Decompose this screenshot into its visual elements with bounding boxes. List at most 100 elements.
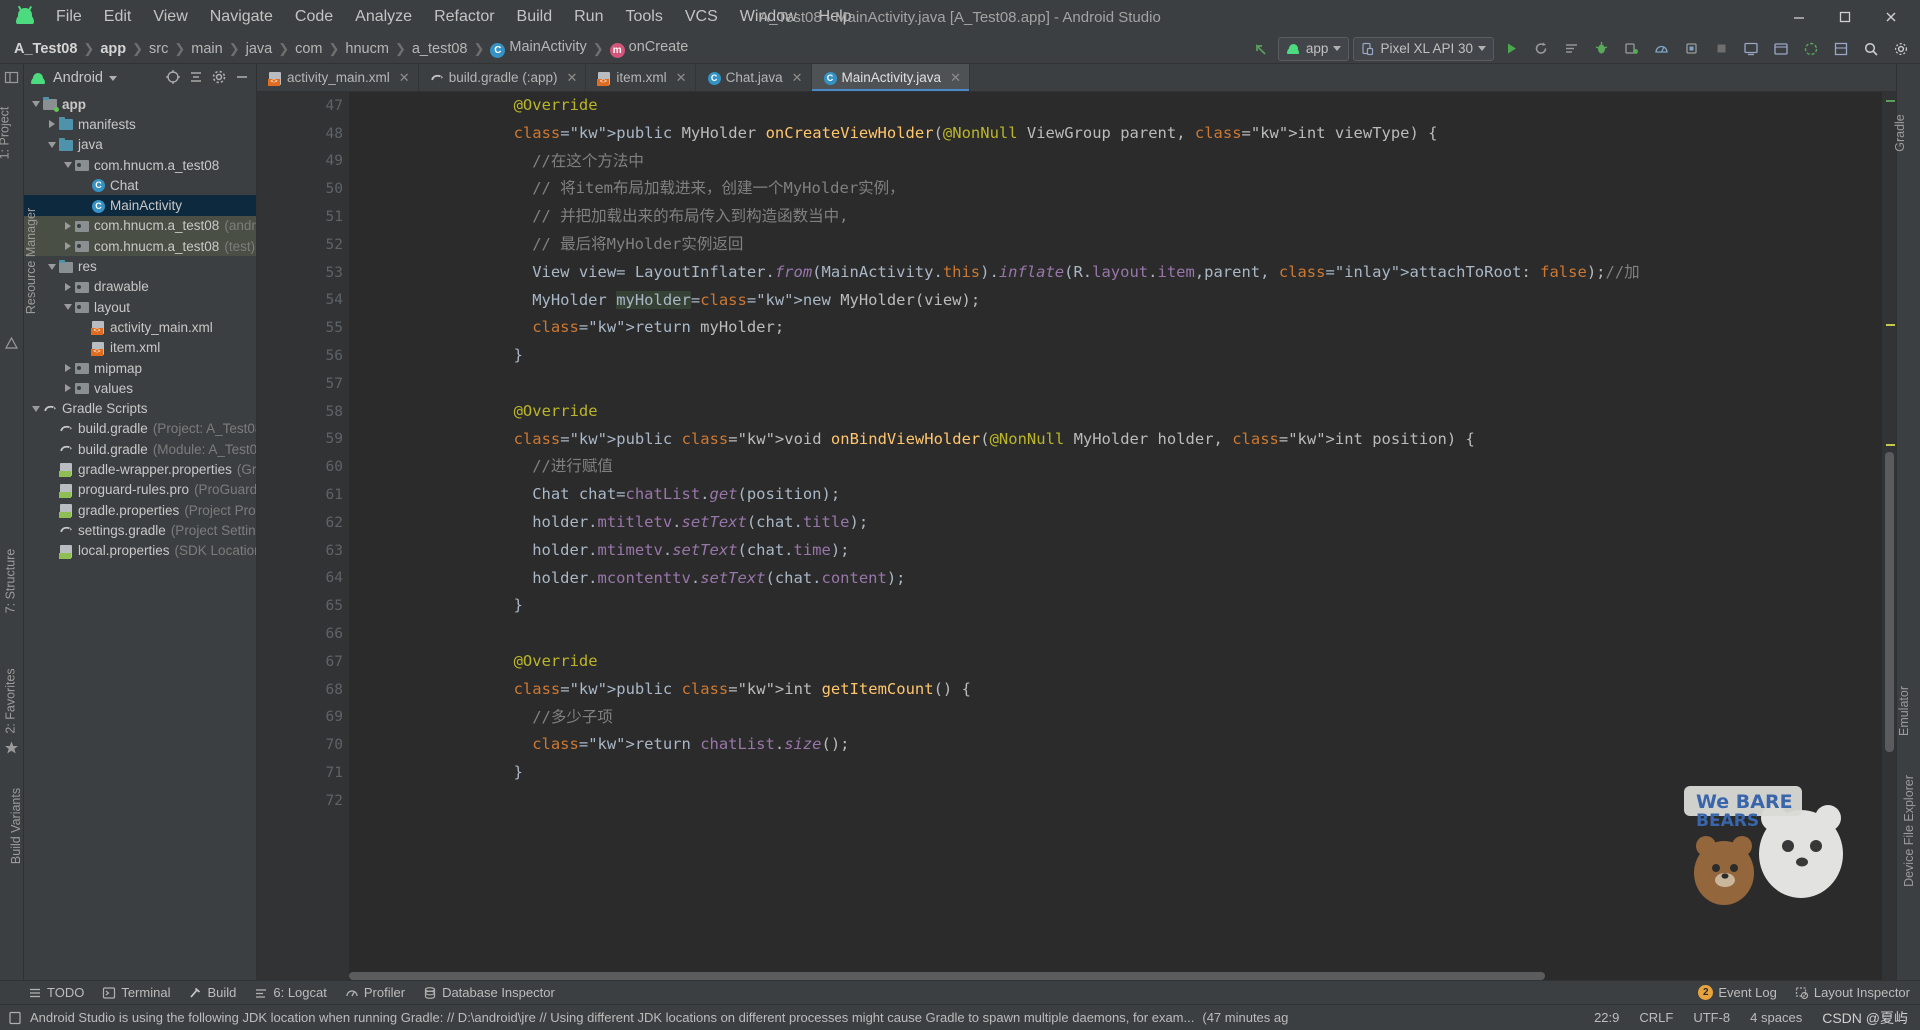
breadcrumb-item-app[interactable]: app <box>96 41 130 57</box>
line-number[interactable]: 50 <box>257 175 349 203</box>
code-line[interactable]: //在这个方法中 <box>375 148 1882 176</box>
info-icon[interactable] <box>8 1011 22 1025</box>
avd-manager-icon[interactable] <box>1738 37 1764 61</box>
line-number[interactable]: 62 <box>257 509 349 537</box>
editor-tab-bar[interactable]: activity_main.xml✕build.gradle (:app)✕it… <box>257 64 1896 92</box>
tree-node-activity-main-xml[interactable]: activity_main.xml <box>24 317 256 337</box>
menu-item-navigate[interactable]: Navigate <box>200 5 283 29</box>
resource-manager-icon[interactable] <box>4 336 20 352</box>
sidebar-item-resource-manager[interactable]: Resource Manager <box>24 208 38 314</box>
file-encoding[interactable]: UTF-8 <box>1693 1010 1730 1025</box>
favorites-icon[interactable] <box>4 740 20 756</box>
maximize-icon[interactable] <box>1822 1 1868 33</box>
code-line[interactable] <box>375 370 1882 398</box>
code-line[interactable]: // 最后将MyHolder实例返回 <box>375 231 1882 259</box>
line-number-gutter[interactable]: 47−48!↑−49−505152−53545556−5758−59!↑−606… <box>257 92 401 980</box>
code-line[interactable]: @Override <box>375 398 1882 426</box>
breadcrumb-item-com[interactable]: com <box>291 41 326 57</box>
line-number[interactable]: 60 <box>257 453 349 481</box>
line-separator[interactable]: CRLF <box>1639 1010 1673 1025</box>
sidebar-item-build-variants[interactable]: Build Variants <box>9 788 23 864</box>
menu-item-view[interactable]: View <box>143 5 197 29</box>
menu-item-tools[interactable]: Tools <box>615 5 672 29</box>
event-log-button[interactable]: 2 Event Log <box>1698 985 1777 1000</box>
indent-setting[interactable]: 4 spaces <box>1750 1010 1802 1025</box>
minimize-icon[interactable] <box>1776 1 1822 33</box>
line-number[interactable]: 59!↑− <box>257 426 401 454</box>
close-icon[interactable] <box>1868 1 1914 33</box>
gear-icon[interactable] <box>211 69 227 88</box>
code-line[interactable]: class="kw">public class="kw">int getItem… <box>375 676 1882 704</box>
tree-node-drawable[interactable]: drawable <box>24 277 256 297</box>
search-icon[interactable] <box>1858 37 1884 61</box>
code-line[interactable]: class="kw">public class="kw">void onBind… <box>375 426 1882 454</box>
code-line[interactable]: class="kw">public MyHolder onCreateViewH… <box>375 120 1882 148</box>
settings-icon[interactable] <box>1888 37 1914 61</box>
line-number[interactable]: 51 <box>257 203 349 231</box>
menu-item-run[interactable]: Run <box>564 5 613 29</box>
chevron-down-icon[interactable] <box>46 263 58 270</box>
collapse-all-icon[interactable] <box>188 69 204 88</box>
tree-node-build-gradle[interactable]: build.gradle (Project: A_Test08) <box>24 419 256 439</box>
menu-item-help[interactable]: Help <box>809 5 862 29</box>
sync-gradle-icon[interactable] <box>1798 37 1824 61</box>
tree-node-proguard-rules-pro[interactable]: proguard-rules.pro(ProGuard Rules for "a… <box>24 480 256 500</box>
breadcrumb-item-hnucm[interactable]: hnucm <box>341 41 393 57</box>
chevron-down-icon[interactable] <box>62 162 74 169</box>
vertical-scrollbar-thumb[interactable] <box>1885 452 1894 752</box>
chevron-down-icon[interactable] <box>46 141 58 148</box>
caret-position[interactable]: 22:9 <box>1594 1010 1619 1025</box>
tree-node-manifests[interactable]: manifests <box>24 114 256 134</box>
tree-node-chat[interactable]: C Chat <box>24 175 256 195</box>
attach-debugger-icon[interactable] <box>1618 37 1644 61</box>
chevron-down-icon[interactable] <box>30 405 42 412</box>
line-number[interactable]: 66 <box>257 620 349 648</box>
code-line[interactable]: MyHolder myHolder=class="kw">new MyHolde… <box>375 287 1882 315</box>
code-content[interactable]: @Override class="kw">public MyHolder onCr… <box>349 92 1882 980</box>
apply-changes-icon[interactable] <box>1528 37 1554 61</box>
bottom-tab-logcat[interactable]: 6: Logcat <box>254 985 327 1000</box>
menu-item-file[interactable]: File <box>46 5 92 29</box>
code-line[interactable]: holder.mcontenttv.setText(chat.content); <box>375 565 1882 593</box>
device-selector[interactable]: Pixel XL API 30 <box>1353 36 1494 61</box>
line-number[interactable]: 47− <box>257 92 401 120</box>
line-number[interactable]: 67 <box>257 648 349 676</box>
code-line[interactable] <box>375 620 1882 648</box>
run-icon[interactable] <box>1498 37 1524 61</box>
tree-node-layout[interactable]: layout <box>24 297 256 317</box>
hide-icon[interactable] <box>234 69 250 88</box>
editor-tab-chat-java[interactable]: C Chat.java ✕ <box>696 64 812 91</box>
chevron-right-icon[interactable] <box>46 120 58 129</box>
horizontal-scrollbar[interactable] <box>349 972 1882 980</box>
breadcrumb-item-project[interactable]: A_Test08 <box>10 41 81 57</box>
module-selector[interactable]: app <box>1277 36 1350 61</box>
tree-node-mipmap[interactable]: mipmap <box>24 358 256 378</box>
editor-tab-activity-main-xml[interactable]: activity_main.xml ✕ <box>257 64 419 91</box>
layout-inspector-button[interactable]: Layout Inspector <box>1795 985 1910 1000</box>
code-line[interactable]: holder.mtitletv.setText(chat.title); <box>375 509 1882 537</box>
line-number[interactable]: 64 <box>257 565 349 593</box>
line-number[interactable]: 71 <box>257 759 349 787</box>
marker-gutter[interactable] <box>1882 92 1896 980</box>
tree-node-app[interactable]: app <box>24 94 256 114</box>
chevron-right-icon[interactable] <box>62 282 74 291</box>
close-icon[interactable]: ✕ <box>567 70 578 86</box>
chevron-right-icon[interactable] <box>62 384 74 393</box>
breadcrumb-item-class[interactable]: C MainActivity <box>486 39 590 58</box>
tree-node-settings-gradle[interactable]: settings.gradle(Project Settings) <box>24 520 256 540</box>
menu-item-build[interactable]: Build <box>507 5 563 29</box>
code-line[interactable]: // 并把加载出来的布局传入到构造函数当中, <box>375 203 1882 231</box>
chevron-down-icon[interactable] <box>30 101 42 108</box>
stop-icon[interactable] <box>1708 37 1734 61</box>
bottom-tab-todo[interactable]: TODO <box>28 985 84 1000</box>
project-view-selector-label[interactable]: Android <box>53 70 103 86</box>
code-line[interactable]: Chat chat=chatList.get(position); <box>375 481 1882 509</box>
bottom-tab-database-inspector[interactable]: Database Inspector <box>423 985 555 1000</box>
line-number[interactable]: 65− <box>257 592 401 620</box>
tree-node-com-hnucm-a-test08[interactable]: com.hnucm.a_test08(androidTest) <box>24 215 256 237</box>
sdk-manager-icon[interactable] <box>1768 37 1794 61</box>
menu-item-edit[interactable]: Edit <box>94 5 142 29</box>
breadcrumb-item-method[interactable]: m onCreate <box>606 39 693 58</box>
editor-tab-mainactivity-java[interactable]: C MainActivity.java ✕ <box>811 64 970 91</box>
close-icon[interactable]: ✕ <box>676 70 687 86</box>
